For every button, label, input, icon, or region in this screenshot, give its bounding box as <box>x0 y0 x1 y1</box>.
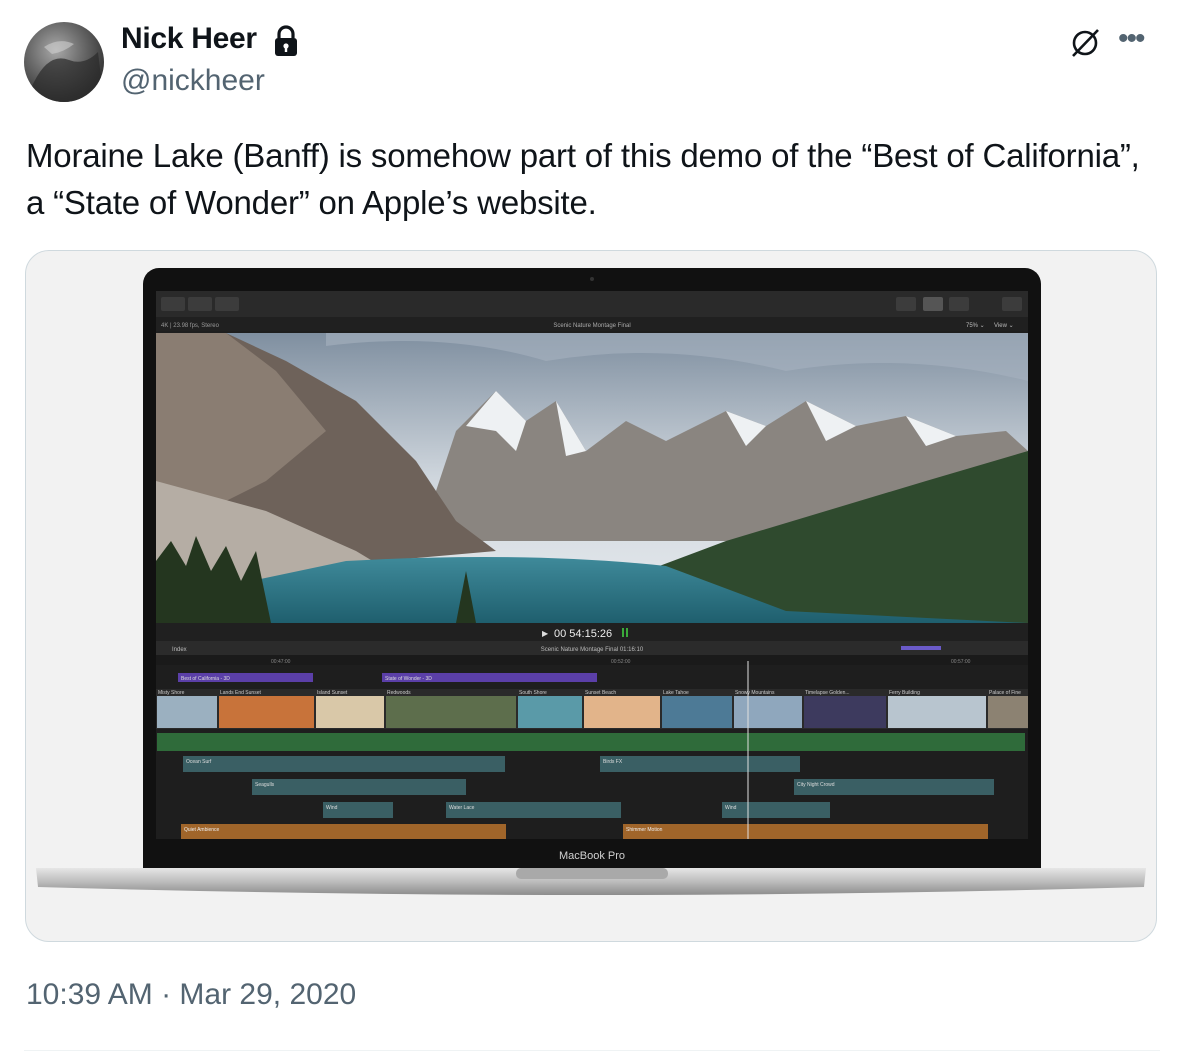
macbook-image: 4K | 23.98 fps, Stereo Scenic Nature Mon… <box>36 268 1146 895</box>
svg-text:▶: ▶ <box>542 629 549 638</box>
index-button: Index <box>172 647 187 653</box>
svg-text:Ocean Surf: Ocean Surf <box>186 759 212 765</box>
tweet-text: Moraine Lake (Banff) is somehow part of … <box>26 137 1140 221</box>
divider <box>24 1050 1160 1051</box>
timeline-title: Scenic Nature Montage Final 01:16:10 <box>541 647 644 653</box>
zoom-level: 75% ⌄ <box>966 323 985 329</box>
svg-text:Ferry Building: Ferry Building <box>889 690 920 696</box>
svg-text:City Night Crowd: City Night Crowd <box>797 782 835 788</box>
viewer-image <box>156 333 1028 623</box>
svg-text:Quiet Ambience: Quiet Ambience <box>184 827 220 833</box>
author-name[interactable]: Nick Heer <box>121 22 257 56</box>
svg-text:Water Lace: Water Lace <box>449 805 475 811</box>
svg-text:Seagulls: Seagulls <box>255 782 275 788</box>
meta-left: 4K | 23.98 fps, Stereo <box>161 323 220 329</box>
svg-text:South Shore: South Shore <box>519 690 547 696</box>
svg-text:Misty Shore: Misty Shore <box>158 690 185 696</box>
view-menu: View ⌄ <box>994 323 1014 329</box>
svg-text:00:57:00: 00:57:00 <box>951 659 971 665</box>
svg-text:Birds FX: Birds FX <box>603 759 623 765</box>
svg-text:Timelapse Golden...: Timelapse Golden... <box>805 690 850 696</box>
avatar-photo <box>24 41 104 102</box>
timecode: 00 54:15:26 <box>554 628 612 640</box>
project-title: Scenic Nature Montage Final <box>553 323 630 329</box>
svg-text:Lake Tahoe: Lake Tahoe <box>663 690 689 696</box>
author-handle[interactable]: @nickheer <box>121 64 265 98</box>
svg-text:Shimmer Motion: Shimmer Motion <box>626 827 663 833</box>
svg-text:Snowy Mountains: Snowy Mountains <box>735 690 775 696</box>
video-clips: Misty Shore Lands End Sunset Island Suns… <box>156 689 1028 729</box>
svg-text:Redwoods: Redwoods <box>387 690 411 696</box>
avatar[interactable] <box>24 22 104 102</box>
svg-text:00:47:00: 00:47:00 <box>271 659 291 665</box>
more-icon[interactable]: ••• <box>1118 24 1145 54</box>
svg-text:Island Sunset: Island Sunset <box>317 690 348 696</box>
primary-audio <box>157 733 1025 751</box>
tweet-media[interactable]: 4K | 23.98 fps, Stereo Scenic Nature Mon… <box>25 250 1157 942</box>
svg-text:Lands End Sunset: Lands End Sunset <box>220 690 261 696</box>
timestamp[interactable]: 10:39 AM · Mar 29, 2020 <box>26 978 356 1012</box>
macbook-label: MacBook Pro <box>559 850 625 862</box>
svg-text:Wind: Wind <box>725 805 737 811</box>
svg-text:00:52:00: 00:52:00 <box>611 659 631 665</box>
lock-icon <box>275 25 297 56</box>
grok-icon[interactable] <box>1068 26 1102 60</box>
svg-text:State of Wonder - 3D: State of Wonder - 3D <box>385 676 432 682</box>
svg-text:Best of California - 3D: Best of California - 3D <box>181 676 230 682</box>
svg-text:Wind: Wind <box>326 805 338 811</box>
svg-text:Palace of Fine: Palace of Fine <box>989 690 1021 696</box>
svg-text:Sunset Beach: Sunset Beach <box>585 690 616 696</box>
